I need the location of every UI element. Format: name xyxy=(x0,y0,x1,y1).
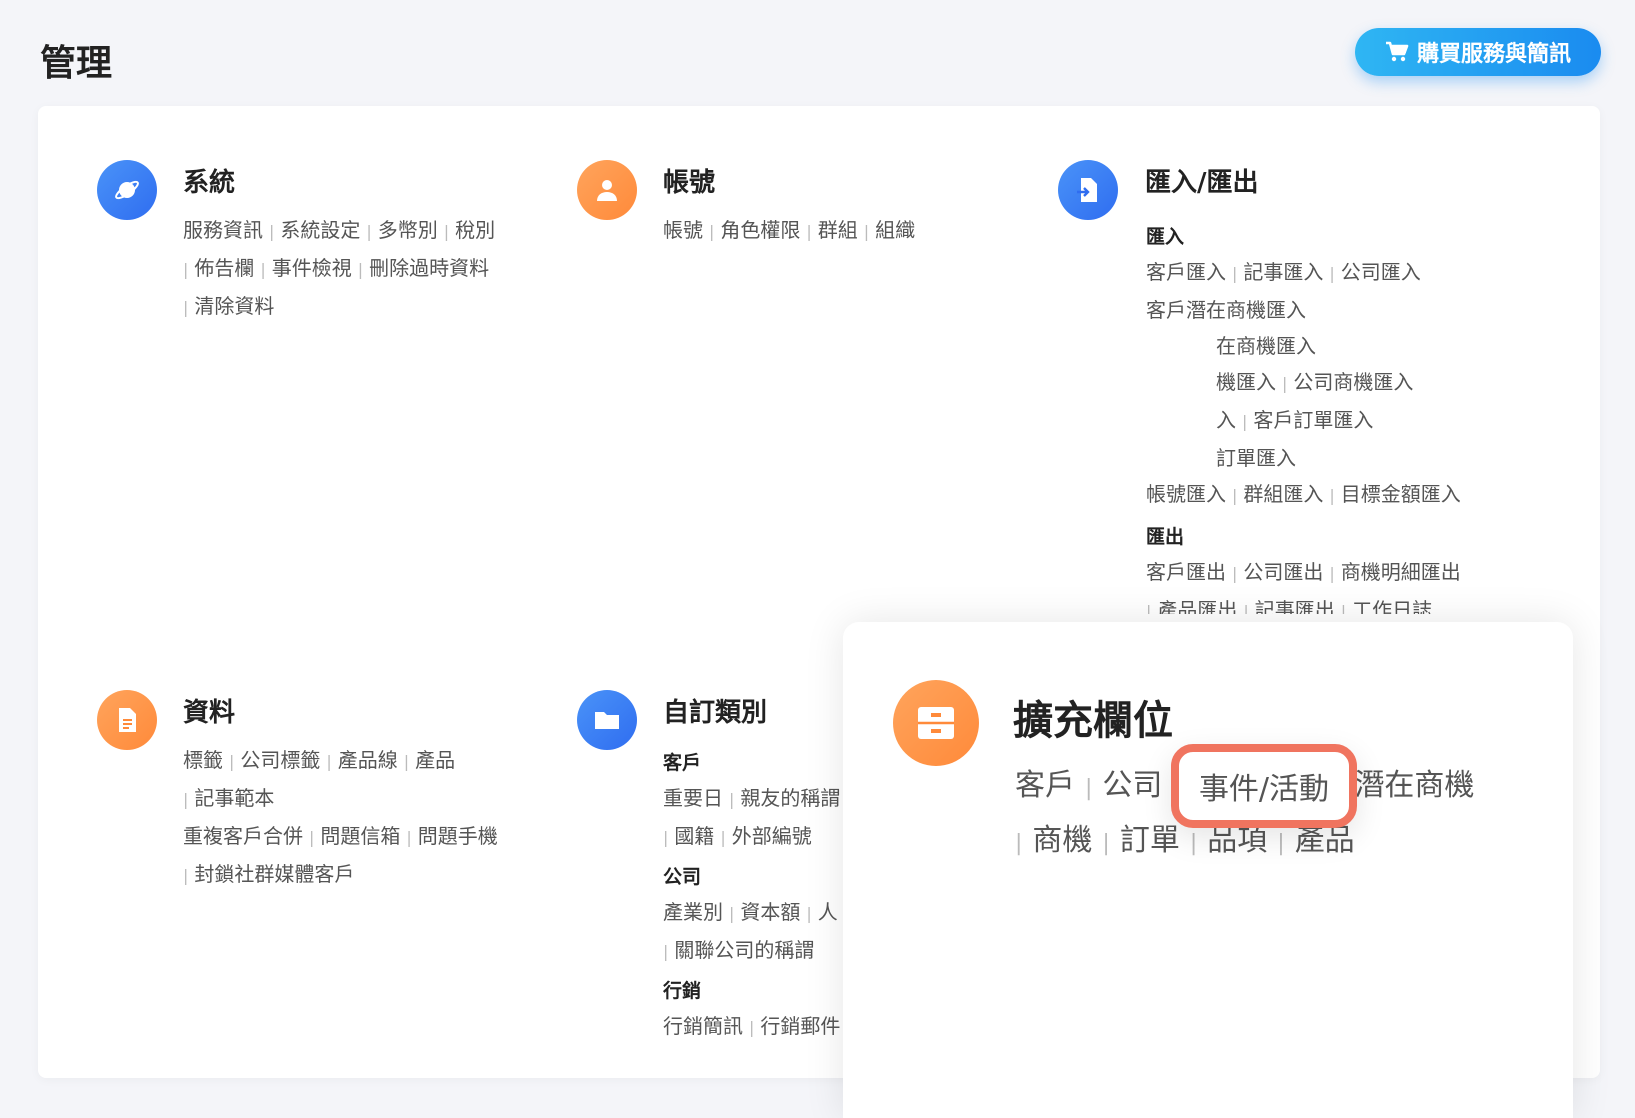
folder-icon xyxy=(577,690,637,750)
section-links-data: 標籤 | 公司標籤 | 產品線 | 產品 | 記事範本 重複客戶合併 | 問題信箱 | 問題手機 | 封… xyxy=(183,748,498,886)
link-work-log[interactable]: 工作日誌 xyxy=(1352,598,1432,614)
user-icon xyxy=(577,160,637,220)
link-note-export[interactable]: 記事匯出 xyxy=(1255,598,1335,614)
custom-company-heading: 公司 xyxy=(663,866,702,888)
link-company-tags[interactable]: 公司標籤 xyxy=(240,748,320,772)
link-import-fragment[interactable]: 入 xyxy=(1216,408,1236,432)
link-ext-lead[interactable]: 潛在商機 xyxy=(1354,768,1474,803)
link-important-day[interactable]: 重要日 xyxy=(663,786,723,810)
link-customer-import[interactable]: 客戶匯入 xyxy=(1146,260,1226,284)
page-title: 管理 xyxy=(40,43,113,84)
link-groups[interactable]: 群組 xyxy=(818,218,858,242)
section-links-system: 服務資訊 | 系統設定 | 多幣別 | 稅別 | 佈告欄 | 事件檢視 | 刪除過時資料 | 清除資料 xyxy=(183,218,496,318)
link-ext-opportunity[interactable]: 商機 xyxy=(1032,823,1092,858)
section-title-data: 資料 xyxy=(183,698,236,728)
link-merge-duplicates[interactable]: 重複客戶合併 xyxy=(183,824,303,848)
custom-marketing-heading: 行銷 xyxy=(663,980,702,1002)
link-customer-export[interactable]: 客戶匯出 xyxy=(1146,560,1226,584)
extended-fields-title: 擴充欄位 xyxy=(1013,698,1173,744)
link-ext-product[interactable]: 產品 xyxy=(1295,823,1355,858)
link-system-settings[interactable]: 系統設定 xyxy=(280,218,360,242)
document-icon xyxy=(97,690,157,750)
section-links-account: 帳號 | 角色權限 | 群組 | 組織 xyxy=(663,218,916,242)
link-industry[interactable]: 產業別 xyxy=(663,900,723,924)
link-organization[interactable]: 組織 xyxy=(875,218,915,242)
link-role-permissions[interactable]: 角色權限 xyxy=(720,218,800,242)
link-opportunity-import[interactable]: 機匯入 xyxy=(1216,370,1276,394)
extended-fields-card: 擴充欄位 客戶 | 公司 潛在商機 | 商機 | 訂單 | 品項 | 產品 事件/活動 xyxy=(843,622,1573,1118)
planet-icon xyxy=(97,160,157,220)
link-product-export[interactable]: 產品匯出 xyxy=(1157,598,1237,614)
link-bulletin[interactable]: 佈告欄 xyxy=(194,256,254,280)
link-ext-event-activity-highlighted[interactable]: 事件/活動 xyxy=(1171,744,1357,828)
buy-services-label: 購買服務與簡訊 xyxy=(1416,42,1571,67)
link-problem-email[interactable]: 問題信箱 xyxy=(320,824,400,848)
link-product-line[interactable]: 產品線 xyxy=(338,748,398,772)
link-ext-customer[interactable]: 客戶 xyxy=(1015,768,1075,803)
link-opportunity-detail-export[interactable]: 商機明細匯出 xyxy=(1341,560,1461,584)
link-marketing-email[interactable]: 行銷郵件 xyxy=(760,1014,840,1038)
link-event-view[interactable]: 事件檢視 xyxy=(272,256,352,280)
link-accounts[interactable]: 帳號 xyxy=(663,218,703,242)
link-company-order-import[interactable]: 訂單匯入 xyxy=(1216,446,1296,470)
link-ext-order[interactable]: 訂單 xyxy=(1120,823,1180,858)
link-nationality[interactable]: 國籍 xyxy=(674,824,714,848)
link-target-amount-import[interactable]: 目標金額匯入 xyxy=(1341,482,1461,506)
custom-customer-heading: 客戶 xyxy=(663,752,702,774)
link-multi-currency[interactable]: 多幣別 xyxy=(378,218,438,242)
link-block-social-customers[interactable]: 封鎖社群媒體客戶 xyxy=(194,862,354,886)
cabinet-icon xyxy=(893,680,979,766)
link-account-import[interactable]: 帳號匯入 xyxy=(1146,482,1226,506)
link-company-opportunity-import[interactable]: 公司商機匯入 xyxy=(1293,370,1413,394)
link-clear-data[interactable]: 清除資料 xyxy=(194,294,274,318)
buy-services-button[interactable]: 購買服務與簡訊 xyxy=(1355,28,1601,76)
link-customer-order-import[interactable]: 客戶訂單匯入 xyxy=(1253,408,1373,432)
link-products[interactable]: 產品 xyxy=(415,748,455,772)
export-heading: 匯出 xyxy=(1146,526,1185,548)
link-ext-item[interactable]: 品項 xyxy=(1207,823,1267,858)
link-customer-lead-import[interactable]: 客戶潛在商機匯入 xyxy=(1146,298,1306,322)
link-group-import[interactable]: 群組匯入 xyxy=(1243,482,1323,506)
link-tags[interactable]: 標籤 xyxy=(183,748,223,772)
link-external-id[interactable]: 外部編號 xyxy=(732,824,812,848)
link-note-import[interactable]: 記事匯入 xyxy=(1243,260,1323,284)
section-title-account: 帳號 xyxy=(663,168,716,198)
link-relative-title[interactable]: 親友的稱謂 xyxy=(740,786,840,810)
section-links-import-export: 匯入 客戶匯入 | 記事匯入 | 公司匯入 客戶潛在商機匯入 在商機匯入 機匯入 | 公司商… xyxy=(1146,216,1546,614)
link-company-import[interactable]: 公司匯入 xyxy=(1341,260,1421,284)
import-file-icon xyxy=(1058,160,1118,220)
link-lead-import[interactable]: 在商機匯入 xyxy=(1216,334,1316,358)
link-capital[interactable]: 資本額 xyxy=(740,900,800,924)
link-company-more[interactable]: 人 xyxy=(818,900,838,924)
section-title-system: 系統 xyxy=(183,168,236,198)
section-title-custom: 自訂類別 xyxy=(663,698,768,728)
link-company-export[interactable]: 公司匯出 xyxy=(1243,560,1323,584)
section-title-import-export: 匯入/匯出 xyxy=(1145,168,1259,198)
link-tax[interactable]: 稅別 xyxy=(455,218,495,242)
link-delete-old-data[interactable]: 刪除過時資料 xyxy=(369,256,489,280)
link-marketing-sms[interactable]: 行銷簡訊 xyxy=(663,1014,743,1038)
link-related-company-title[interactable]: 關聯公司的稱謂 xyxy=(674,938,814,962)
link-ext-company[interactable]: 公司 xyxy=(1102,768,1162,803)
cart-icon xyxy=(1385,41,1409,62)
import-heading: 匯入 xyxy=(1146,226,1185,248)
link-service-info[interactable]: 服務資訊 xyxy=(183,218,263,242)
link-note-templates[interactable]: 記事範本 xyxy=(194,786,274,810)
section-links-custom: 客戶 重要日 | 親友的稱謂 | 國籍 | 外部編號 公司 產業別 | 資本額 | 人 | 關聯公司… xyxy=(663,742,848,1078)
link-problem-phone[interactable]: 問題手機 xyxy=(418,824,498,848)
